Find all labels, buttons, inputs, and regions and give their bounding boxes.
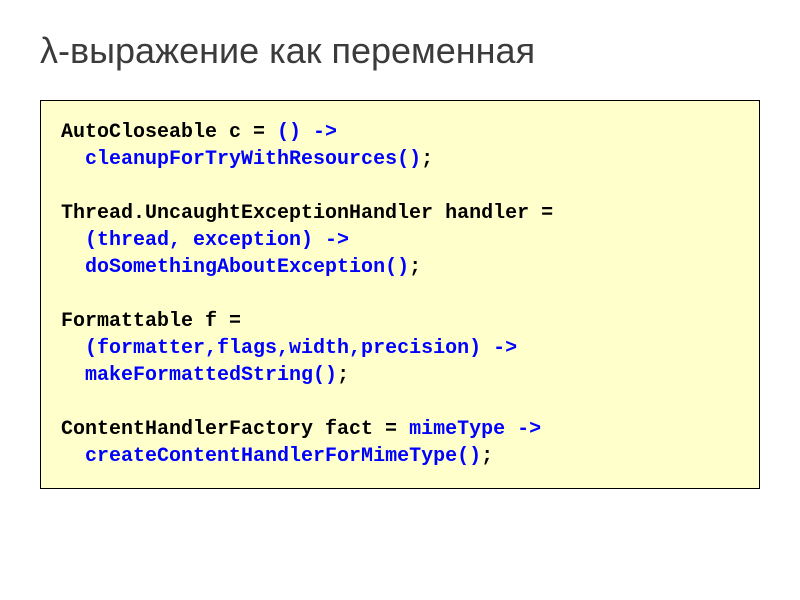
code-text: Thread.UncaughtExceptionHandler handler … [61,202,553,225]
code-lambda: (thread, exception) -> [85,229,349,252]
code-lambda: (formatter,flags,width,precision) -> [85,337,517,360]
code-call: doSomethingAboutException() [85,256,409,279]
code-indent [61,445,85,468]
code-semi: ; [409,256,421,279]
slide: λ-выражение как переменная AutoCloseable… [0,0,800,600]
code-indent [61,337,85,360]
code-call: createContentHandlerForMimeType() [85,445,481,468]
code-indent [61,229,85,252]
code-block: AutoCloseable c = () -> cleanupForTryWit… [40,100,760,489]
code-semi: ; [337,364,349,387]
code-text: ContentHandlerFactory fact = [61,418,409,441]
code-semi: ; [481,445,493,468]
code-call: makeFormattedString() [85,364,337,387]
code-text: Formattable f = [61,310,241,333]
code-call: cleanupForTryWithResources() [85,148,421,171]
code-indent [61,256,85,279]
code-semi: ; [421,148,433,171]
code-indent [61,364,85,387]
code-text: AutoCloseable c = [61,121,277,144]
slide-title: λ-выражение как переменная [40,30,760,72]
code-lambda: () -> [277,121,337,144]
code-lambda: mimeType -> [409,418,541,441]
code-indent [61,148,85,171]
